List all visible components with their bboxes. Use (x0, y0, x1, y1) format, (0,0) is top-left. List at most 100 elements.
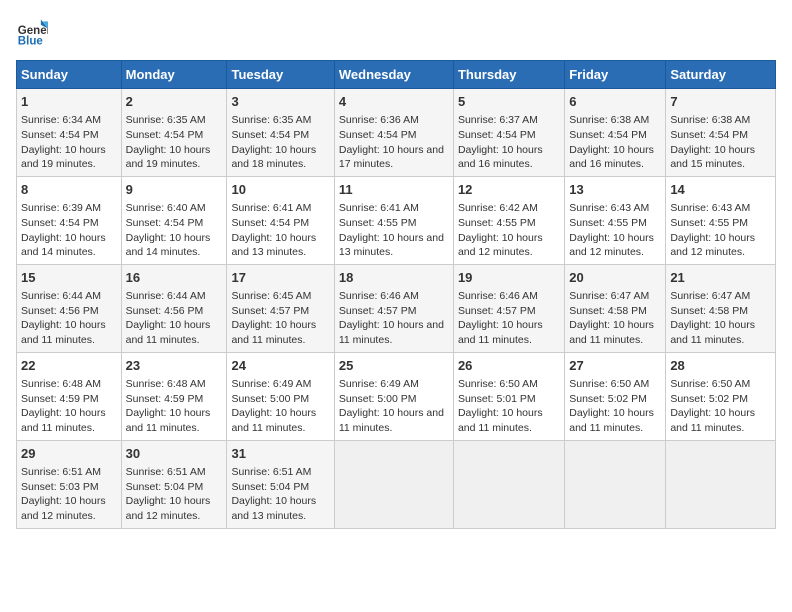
sunset-text: Sunset: 4:57 PM (339, 305, 417, 317)
daylight-text: Daylight: 10 hours and 16 minutes. (458, 144, 543, 171)
daylight-text: Daylight: 10 hours and 11 minutes. (458, 407, 543, 434)
sunset-text: Sunset: 4:55 PM (339, 217, 417, 229)
daylight-text: Daylight: 10 hours and 12 minutes. (569, 232, 654, 259)
sunrise-text: Sunrise: 6:43 AM (670, 202, 750, 214)
sunset-text: Sunset: 5:03 PM (21, 481, 99, 493)
daylight-text: Daylight: 10 hours and 11 minutes. (231, 319, 316, 346)
calendar-day-cell: 9Sunrise: 6:40 AMSunset: 4:54 PMDaylight… (121, 176, 227, 264)
sunset-text: Sunset: 4:55 PM (458, 217, 536, 229)
calendar-week-row: 22Sunrise: 6:48 AMSunset: 4:59 PMDayligh… (17, 352, 776, 440)
calendar-day-cell: 16 Sunrise: 6:44 AM Sunset: 4:56 PM Dayligh… (121, 264, 227, 352)
calendar-day-cell: 15Sunrise: 6:44 AMSunset: 4:56 PMDayligh… (17, 264, 122, 352)
sunset-text: Sunset: 4:54 PM (21, 217, 99, 229)
daylight-text: Daylight: 10 hours and 11 minutes. (670, 407, 755, 434)
sunset-text: Sunset: 4:54 PM (670, 129, 748, 141)
daylight-text: Daylight: 10 hours and 11 minutes. (21, 319, 106, 346)
sunrise-text: Sunrise: 6:47 AM (569, 290, 649, 302)
sunrise-text: Sunrise: 6:44 AM (126, 290, 206, 302)
calendar-day-cell: 1Sunrise: 6:34 AMSunset: 4:54 PMDaylight… (17, 89, 122, 177)
sunrise-text: Sunrise: 6:43 AM (569, 202, 649, 214)
day-number: 20 (569, 269, 661, 287)
sunrise-text: Sunrise: 6:42 AM (458, 202, 538, 214)
daylight-text: Daylight: 10 hours and 13 minutes. (231, 495, 316, 522)
sunrise-text: Sunrise: 6:38 AM (569, 114, 649, 126)
calendar-day-cell: 24Sunrise: 6:49 AMSunset: 5:00 PMDayligh… (227, 352, 334, 440)
daylight-text: Daylight: 10 hours and 14 minutes. (126, 232, 211, 259)
sunrise-text: Sunrise: 6:35 AM (231, 114, 311, 126)
day-number: 4 (339, 93, 449, 111)
day-number: 6 (569, 93, 661, 111)
day-number: 21 (670, 269, 771, 287)
sunrise-text: Sunrise: 6:41 AM (339, 202, 419, 214)
calendar-day-cell: 23Sunrise: 6:48 AMSunset: 4:59 PMDayligh… (121, 352, 227, 440)
calendar-week-row: 8Sunrise: 6:39 AMSunset: 4:54 PMDaylight… (17, 176, 776, 264)
header-day: Thursday (453, 61, 564, 89)
day-number: 5 (458, 93, 560, 111)
daylight-text: Daylight: 10 hours and 13 minutes. (231, 232, 316, 259)
sunrise-text: Sunrise: 6:51 AM (126, 466, 206, 478)
day-number: 16 (126, 269, 223, 287)
sunrise-text: Sunrise: 6:39 AM (21, 202, 101, 214)
daylight-text: Daylight: 10 hours and 12 minutes. (670, 232, 755, 259)
calendar-week-row: 15Sunrise: 6:44 AMSunset: 4:56 PMDayligh… (17, 264, 776, 352)
calendar-day-cell: 7Sunrise: 6:38 AMSunset: 4:54 PMDaylight… (666, 89, 776, 177)
sunrise-text: Sunrise: 6:44 AM (21, 290, 101, 302)
calendar-day-cell: 2Sunrise: 6:35 AMSunset: 4:54 PMDaylight… (121, 89, 227, 177)
day-number: 22 (21, 357, 117, 375)
calendar-day-cell: 31Sunrise: 6:51 AMSunset: 5:04 PMDayligh… (227, 440, 334, 528)
daylight-text: Daylight: 10 hours and 19 minutes. (126, 144, 211, 171)
daylight-text: Daylight: 10 hours and 14 minutes. (21, 232, 106, 259)
day-number: 7 (670, 93, 771, 111)
day-number: 25 (339, 357, 449, 375)
header-day: Friday (565, 61, 666, 89)
sunrise-text: Sunrise: 6:34 AM (21, 114, 101, 126)
day-number: 9 (126, 181, 223, 199)
daylight-text: Daylight: 10 hours and 13 minutes. (339, 232, 444, 259)
day-number: 27 (569, 357, 661, 375)
day-number: 12 (458, 181, 560, 199)
sunset-text: Sunset: 4:57 PM (231, 305, 309, 317)
calendar-day-cell: 29Sunrise: 6:51 AMSunset: 5:03 PMDayligh… (17, 440, 122, 528)
day-number: 23 (126, 357, 223, 375)
daylight-text: Daylight: 10 hours and 15 minutes. (670, 144, 755, 171)
sunset-text: Sunset: 4:56 PM (126, 305, 204, 317)
day-number: 17 (231, 269, 329, 287)
daylight-text: Daylight: 10 hours and 11 minutes. (458, 319, 543, 346)
calendar-day-cell: 8Sunrise: 6:39 AMSunset: 4:54 PMDaylight… (17, 176, 122, 264)
calendar-day-cell: 11Sunrise: 6:41 AMSunset: 4:55 PMDayligh… (334, 176, 453, 264)
sunset-text: Sunset: 5:02 PM (569, 393, 647, 405)
day-number: 19 (458, 269, 560, 287)
day-number: 24 (231, 357, 329, 375)
day-number: 29 (21, 445, 117, 463)
calendar-day-cell: 5 Sunrise: 6:37 AM Sunset: 4:54 PM Daylight… (453, 89, 564, 177)
daylight-text: Daylight: 10 hours and 11 minutes. (231, 407, 316, 434)
sunrise-text: Sunrise: 6:41 AM (231, 202, 311, 214)
sunrise-text: Sunrise: 6:37 AM (458, 114, 538, 126)
daylight-text: Daylight: 10 hours and 11 minutes. (126, 319, 211, 346)
header-day: Saturday (666, 61, 776, 89)
daylight-text: Daylight: 10 hours and 11 minutes. (126, 407, 211, 434)
calendar-day-cell: 22Sunrise: 6:48 AMSunset: 4:59 PMDayligh… (17, 352, 122, 440)
calendar-day-cell (565, 440, 666, 528)
sunset-text: Sunset: 4:55 PM (569, 217, 647, 229)
day-number: 3 (231, 93, 329, 111)
daylight-text: Daylight: 10 hours and 17 minutes. (339, 144, 444, 171)
day-number: 18 (339, 269, 449, 287)
calendar-day-cell (453, 440, 564, 528)
sunset-text: Sunset: 5:00 PM (339, 393, 417, 405)
sunset-text: Sunset: 4:54 PM (458, 129, 536, 141)
sunset-text: Sunset: 5:02 PM (670, 393, 748, 405)
daylight-text: Daylight: 10 hours and 16 minutes. (569, 144, 654, 171)
sunrise-text: Sunrise: 6:46 AM (458, 290, 538, 302)
calendar-day-cell: 25Sunrise: 6:49 AMSunset: 5:00 PMDayligh… (334, 352, 453, 440)
calendar-week-row: 1Sunrise: 6:34 AMSunset: 4:54 PMDaylight… (17, 89, 776, 177)
day-number: 31 (231, 445, 329, 463)
sunrise-text: Sunrise: 6:48 AM (126, 378, 206, 390)
sunrise-text: Sunrise: 6:46 AM (339, 290, 419, 302)
daylight-text: Daylight: 10 hours and 11 minutes. (569, 319, 654, 346)
calendar-day-cell: 14Sunrise: 6:43 AMSunset: 4:55 PMDayligh… (666, 176, 776, 264)
calendar-table: SundayMondayTuesdayWednesdayThursdayFrid… (16, 60, 776, 529)
calendar-week-row: 29 Sunrise: 6:51 AM Sunset: 5:03 PM Dayligh… (17, 440, 776, 528)
calendar-day-cell (334, 440, 453, 528)
calendar-day-cell: 10Sunrise: 6:41 AMSunset: 4:54 PMDayligh… (227, 176, 334, 264)
